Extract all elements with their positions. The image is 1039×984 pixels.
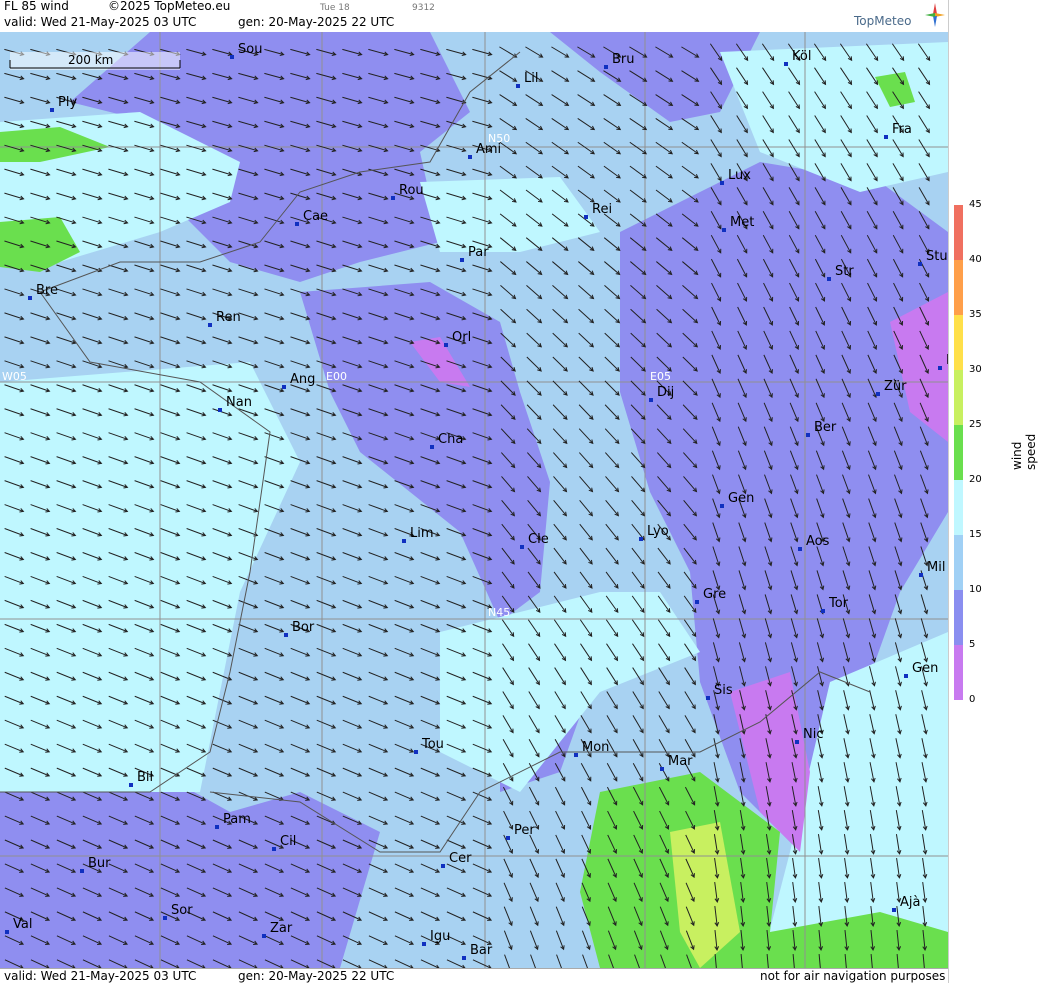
copyright: ©2025 TopMeteo.eu: [108, 0, 231, 13]
legend-swatch: [954, 315, 963, 370]
city-label: Cae: [303, 209, 328, 224]
legend-tick-label: 0: [969, 694, 976, 705]
city-label: Dij: [657, 385, 674, 400]
city-label: Lux: [728, 168, 751, 183]
legend-tick-label: 15: [969, 529, 982, 540]
city-label: Bar: [470, 943, 493, 958]
city-label: Stu: [926, 249, 948, 264]
legend-swatch: [954, 425, 963, 480]
svg-text:E00: E00: [326, 370, 347, 383]
city-label: Nic: [803, 727, 823, 742]
legend-tick-label: 5: [969, 639, 976, 650]
logo: TopMeteo: [854, 14, 912, 28]
legend-swatch: [954, 645, 963, 700]
wind-map[interactable]: N50 N45 W05 E00 E05 200 km Sou Ply Lil Bru K…: [0, 32, 948, 968]
legend-swatch: [954, 205, 963, 260]
city-label: Met: [730, 215, 754, 230]
header: FL 85 wind ©2025 TopMeteo.eu Tue 18 9312…: [0, 0, 948, 32]
legend-tick-label: 45: [969, 199, 982, 210]
legend-tick-label: 20: [969, 474, 982, 485]
disclaimer: not for air navigation purposes: [760, 969, 946, 983]
city-label: Rou: [399, 183, 424, 198]
city-label: Sor: [171, 903, 193, 918]
city-label: Tor: [828, 596, 849, 611]
svg-text:E05: E05: [650, 370, 671, 383]
city-label: Bur: [88, 856, 111, 871]
city-label: Mar: [668, 754, 693, 769]
city-label: Mil: [927, 560, 945, 575]
city-label: Val: [13, 917, 32, 932]
city-label: Mon: [582, 740, 609, 755]
city-label: Cle: [528, 532, 549, 547]
city-label: Cha: [438, 432, 463, 447]
scale-bar: 200 km: [9, 52, 181, 70]
city-label: Gen: [728, 491, 754, 506]
product-title: FL 85 wind: [4, 0, 69, 13]
legend-swatch: [954, 535, 963, 590]
city-label: Lyo: [647, 524, 669, 539]
city-label: Bor: [292, 620, 315, 635]
footer-gen: gen: 20-May-2025 22 UTC: [238, 969, 395, 983]
footer: valid: Wed 21-May-2025 03 UTC gen: 20-Ma…: [0, 968, 948, 984]
city-label: Ang: [290, 372, 315, 387]
city-label: Sis: [714, 683, 733, 698]
city-label: Ajà: [900, 895, 920, 910]
legend-tick-label: 35: [969, 309, 982, 320]
legend-swatch: [954, 260, 963, 315]
legend-tick-label: 40: [969, 254, 982, 265]
legend-tick-label: 10: [969, 584, 982, 595]
legend-tick-label: 30: [969, 364, 982, 375]
city-label: Pam: [223, 812, 251, 827]
city-label: Ren: [216, 310, 241, 325]
city-label: Tou: [421, 737, 444, 752]
legend: 45 40 35 30 25 20 15 10 5 0: [948, 0, 1039, 983]
city-label: Str: [835, 264, 854, 279]
legend-swatch: [954, 370, 963, 425]
map-canvas: N50 N45 W05 E00 E05 200 km SouPlyLilBru K…: [0, 32, 948, 968]
city-label: Bil: [137, 770, 153, 785]
city-label: Zar: [270, 921, 293, 936]
city-label: Rei: [592, 202, 612, 217]
legend-swatch: [954, 590, 963, 645]
city-label: Nan: [226, 395, 252, 410]
svg-text:200 km: 200 km: [68, 53, 113, 67]
city-label: Ply: [58, 95, 77, 110]
tiny-label-2: 9312: [412, 3, 435, 13]
city-label: Lil: [524, 71, 538, 86]
city-label: Igu: [430, 929, 450, 944]
city-label: Cer: [449, 851, 472, 866]
valid-time: valid: Wed 21-May-2025 03 UTC: [4, 15, 197, 29]
tiny-label-1: Tue 18: [320, 3, 350, 13]
generated-time: gen: 20-May-2025 22 UTC: [238, 15, 395, 29]
footer-valid: valid: Wed 21-May-2025 03 UTC: [4, 969, 197, 983]
city-label: Cil: [280, 834, 296, 849]
city-label: Ami: [476, 142, 501, 157]
legend-tick-label: 25: [969, 419, 982, 430]
city-label: Ber: [814, 420, 837, 435]
city-label: Per: [514, 823, 535, 838]
compass-star-icon: [925, 3, 945, 27]
legend-title: wind speed [kt]: [1010, 433, 1039, 470]
city-label: Aos: [806, 534, 830, 549]
city-label: Par: [468, 245, 489, 260]
legend-colorbar: [954, 205, 963, 700]
city-label: Orl: [452, 330, 471, 345]
city-label: Fra: [892, 122, 912, 137]
city-label: Gre: [703, 587, 726, 602]
city-label: Gen: [912, 661, 938, 676]
city-label: Köl: [792, 49, 811, 64]
svg-text:W05: W05: [2, 370, 27, 383]
legend-swatch: [954, 480, 963, 535]
city-label: Lim: [410, 526, 434, 541]
city-label: Bru: [612, 52, 635, 67]
city-label: Zür: [884, 379, 907, 394]
city-label: Sou: [238, 42, 262, 57]
svg-text:N45: N45: [488, 606, 510, 619]
city-label: Bre: [36, 283, 58, 298]
